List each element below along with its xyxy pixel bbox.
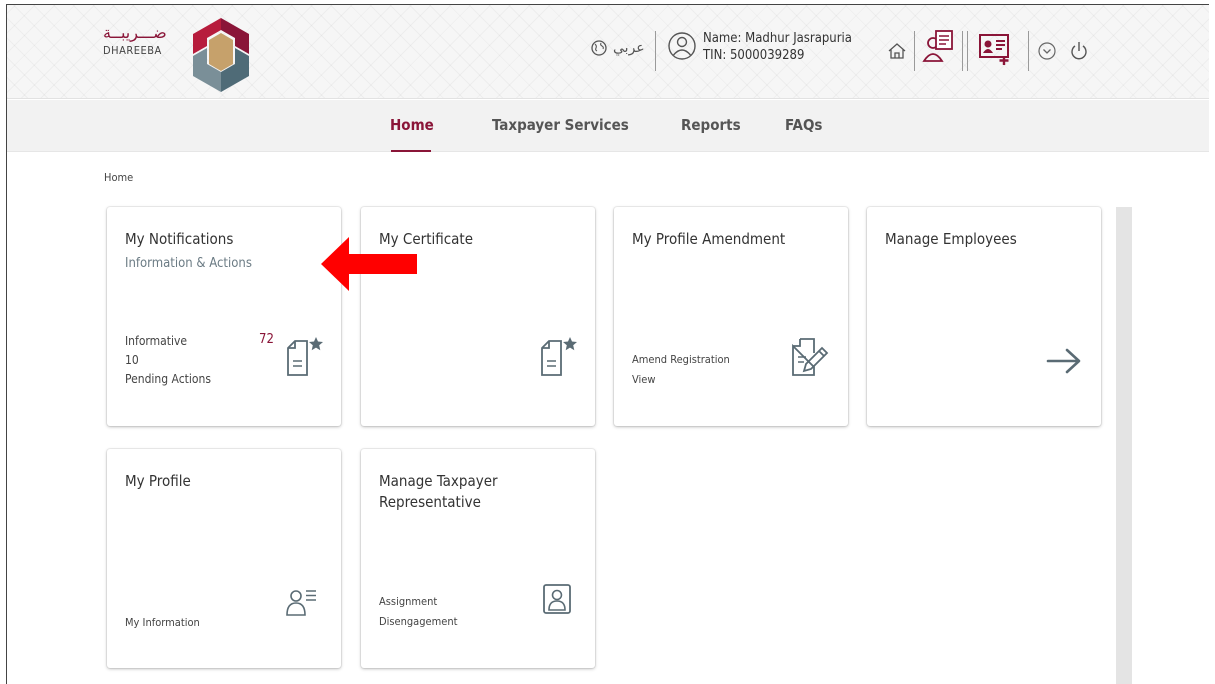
- red-arrow-annotation: [321, 237, 417, 291]
- card-title-line1: Manage Taxpayer: [379, 472, 498, 490]
- my-information-link[interactable]: My Information: [125, 613, 200, 633]
- card-my-profile[interactable]: My Profile My Information: [107, 449, 341, 668]
- scrollbar[interactable]: [1116, 207, 1132, 684]
- language-switch[interactable]: عربي: [591, 40, 645, 56]
- header-divider: [914, 31, 915, 71]
- card-my-notifications[interactable]: My Notifications Information & Actions I…: [107, 207, 341, 426]
- card-title: My Profile: [125, 472, 191, 490]
- breadcrumb[interactable]: Home: [104, 171, 133, 184]
- user-tin: TIN: 5000039289: [703, 48, 805, 63]
- user-portrait-icon: [543, 584, 571, 614]
- header-divider: [655, 31, 656, 71]
- nav-faqs[interactable]: FAQs: [785, 116, 822, 134]
- home-icon[interactable]: [887, 41, 907, 61]
- header-divider: [1028, 31, 1029, 71]
- document-edit-icon: [792, 338, 829, 376]
- pending-count: 10: [125, 353, 139, 367]
- card-subtitle: Information & Actions: [125, 256, 252, 271]
- nav-taxpayer-services[interactable]: Taxpayer Services: [492, 116, 629, 134]
- id-card-add-icon[interactable]: [978, 32, 1014, 66]
- amend-registration-link[interactable]: Amend Registration: [632, 350, 730, 370]
- document-star-icon: [287, 337, 323, 376]
- view-link[interactable]: View: [632, 370, 655, 390]
- user-document-icon[interactable]: [922, 27, 956, 67]
- power-icon[interactable]: [1069, 40, 1089, 62]
- nav-active-indicator: [391, 150, 431, 152]
- nav-home[interactable]: Home: [390, 116, 434, 134]
- assignment-link[interactable]: Assignment: [379, 592, 437, 612]
- header-divider: [967, 31, 968, 71]
- app-frame: ضـــريبــة DHAREEBA عربي Name: Madhur Ja…: [6, 4, 1209, 684]
- user-info: Name: Madhur Jasrapuria TIN: 5000039289: [703, 30, 852, 64]
- card-my-profile-amendment[interactable]: My Profile Amendment Amend Registration …: [614, 207, 848, 426]
- disengagement-link[interactable]: Disengagement: [379, 612, 458, 632]
- card-title: My Profile Amendment: [632, 230, 786, 248]
- logo-text[interactable]: ضـــريبــة DHAREEBA: [103, 23, 183, 57]
- card-title: Manage Employees: [885, 230, 1017, 248]
- user-name: Name: Madhur Jasrapuria: [703, 31, 852, 46]
- language-label: عربي: [613, 40, 645, 56]
- top-header: ضـــريبــة DHAREEBA عربي Name: Madhur Ja…: [7, 5, 1209, 99]
- globe-icon: [591, 40, 607, 56]
- informative-count: 72: [259, 332, 274, 347]
- nav-reports[interactable]: Reports: [681, 116, 741, 134]
- header-divider: [962, 31, 963, 71]
- user-list-icon: [286, 590, 316, 616]
- card-manage-taxpayer-representative[interactable]: Manage Taxpayer Representative Assignmen…: [361, 449, 595, 668]
- pending-actions-label[interactable]: Pending Actions: [125, 370, 211, 389]
- card-title: My Notifications: [125, 230, 234, 248]
- logo-english: DHAREEBA: [103, 44, 162, 57]
- main-nav: Home Taxpayer Services Reports FAQs: [7, 100, 1209, 152]
- chevron-down-circle-icon[interactable]: [1037, 41, 1057, 61]
- arrow-right-icon[interactable]: [1045, 347, 1083, 375]
- card-title: Manage Taxpayer Representative: [379, 471, 498, 513]
- card-manage-employees[interactable]: Manage Employees: [867, 207, 1101, 426]
- dhareeba-logo-icon[interactable]: [193, 18, 249, 92]
- user-icon[interactable]: [667, 31, 697, 61]
- informative-label[interactable]: Informative: [125, 332, 187, 351]
- document-star-icon: [541, 337, 577, 376]
- card-title-line2: Representative: [379, 493, 481, 511]
- logo-arabic: ضـــريبــة: [103, 23, 167, 42]
